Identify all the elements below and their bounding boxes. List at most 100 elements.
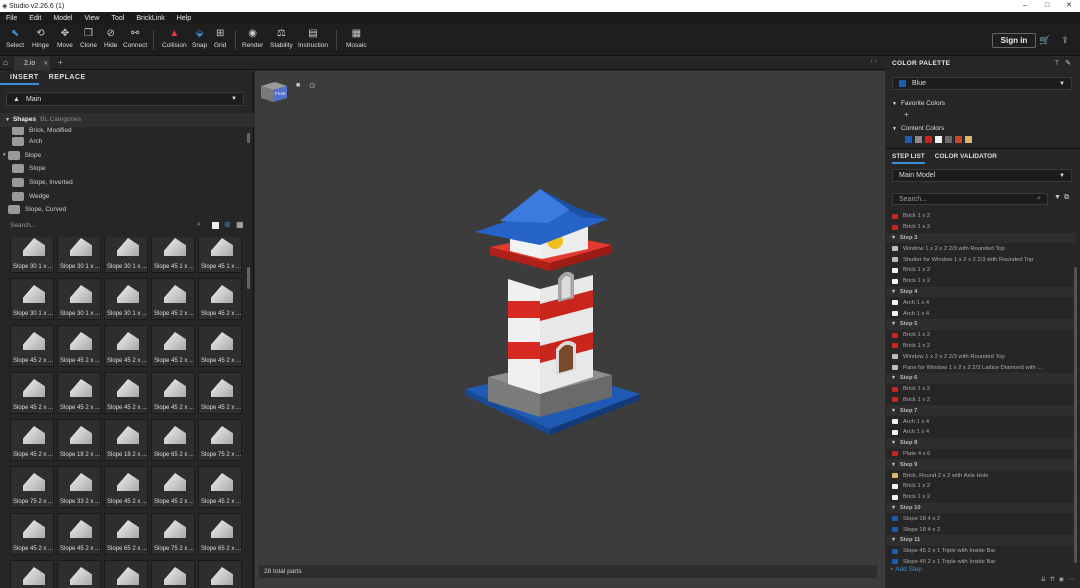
tab-scroll-arrows[interactable]: ‹ ›	[870, 58, 877, 65]
step-header[interactable]: ▾ Step 7	[886, 405, 1076, 417]
tree-item[interactable]: Slope, Inverted	[0, 176, 254, 190]
home-icon[interactable]: ⌂	[3, 58, 8, 67]
part-tile[interactable]: Slope 45 2 x ...	[198, 325, 242, 367]
color-filter-icon[interactable]	[212, 222, 219, 229]
link-icon[interactable]: ⧉	[1064, 194, 1069, 202]
content-color-swatch[interactable]	[925, 136, 932, 143]
part-tile[interactable]: Slope 45 2 x ...	[104, 466, 148, 508]
eye-icon[interactable]: ◉	[1059, 576, 1064, 583]
content-color-swatch[interactable]	[905, 136, 912, 143]
eyedropper-icon[interactable]: ✎	[1065, 59, 1071, 67]
tab-insert[interactable]: INSERT	[0, 71, 39, 85]
color-select[interactable]: Blue ▼	[892, 77, 1072, 90]
tab-step-list[interactable]: STEP LIST	[892, 153, 925, 164]
step-header[interactable]: ▾ Step 5	[886, 318, 1076, 330]
part-tile[interactable]	[57, 560, 101, 588]
part-tile[interactable]: Slope 45 2 x ...	[151, 278, 195, 320]
part-tile[interactable]: Slope 45 2 x ...	[57, 372, 101, 414]
content-color-swatch[interactable]	[955, 136, 962, 143]
part-tile[interactable]: Slope 65 2 x ...	[151, 419, 195, 461]
focus-icon[interactable]: ⊙	[309, 81, 316, 90]
step-part-item[interactable]: Arch 1 x 4	[886, 308, 1076, 319]
step-header[interactable]: ▾ Step 8	[886, 437, 1076, 449]
step-part-item[interactable]: Brick 1 x 2	[886, 276, 1076, 287]
part-tile[interactable]: Slope 45 2 x ...	[57, 513, 101, 555]
palette-select[interactable]: ▲ Main ▼	[6, 92, 244, 106]
part-tile[interactable]: Slope 45 2 x ...	[10, 513, 54, 555]
lighthouse-model[interactable]	[460, 189, 650, 444]
part-tile[interactable]: Slope 45 2 x ...	[104, 325, 148, 367]
hinge-tool-button[interactable]: ⟲ Hinge	[32, 27, 49, 49]
menu-help[interactable]: Help	[171, 15, 197, 22]
content-colors-header[interactable]: ▼ Content Colors	[892, 125, 944, 132]
step-header[interactable]: ▾ Step 9	[886, 459, 1076, 471]
step-part-item[interactable]: Shutter for Window 1 x 2 x 2 2/3 with Ro…	[886, 254, 1076, 265]
hide-tool-button[interactable]: ⊘ Hide	[104, 27, 117, 49]
instruction-button[interactable]: ▤ Instruction	[298, 27, 328, 49]
tree-header[interactable]: ▼ Shapes BL Categories	[0, 113, 254, 127]
add-favorite-color-button[interactable]: +	[904, 110, 909, 119]
step-part-item[interactable]: Slope 18 4 x 2	[886, 524, 1076, 535]
step-part-item[interactable]: Brick 1 x 2	[886, 395, 1076, 406]
part-tile[interactable]: Slope 33 2 x ...	[57, 466, 101, 508]
tree-item[interactable]: Slope	[0, 162, 254, 176]
filter-icon[interactable]: ⊛	[224, 220, 231, 229]
tree-item[interactable]: ▾ Slope	[0, 148, 254, 162]
tab-replace[interactable]: REPLACE	[39, 71, 86, 85]
filter-icon[interactable]: ▼	[1054, 194, 1061, 201]
part-tile[interactable]: Slope 45 1 x ...	[198, 237, 242, 273]
stability-button[interactable]: ⚖ Stability	[270, 27, 293, 49]
mosaic-button[interactable]: ▦ Mosaic	[346, 27, 367, 49]
step-part-item[interactable]: Brick 1 x 2	[886, 265, 1076, 276]
maximize-button[interactable]: □	[1036, 0, 1058, 12]
step-part-item[interactable]: Slope 18 4 x 2	[886, 513, 1076, 524]
part-tile[interactable]	[198, 560, 242, 588]
menu-file[interactable]: File	[0, 15, 23, 22]
part-tile[interactable]: Slope 45 2 x ...	[151, 466, 195, 508]
step-header[interactable]: ▾ Step 4	[886, 286, 1076, 298]
step-part-item[interactable]: Brick 1 x 2	[886, 330, 1076, 341]
part-tile[interactable]: Slope 45 2 x ...	[198, 466, 242, 508]
cart-icon[interactable]: 🛒	[1038, 33, 1052, 48]
part-tile[interactable]: Slope 45 2 x ...	[10, 372, 54, 414]
part-tile[interactable]: Slope 65 2 x ...	[104, 513, 148, 555]
part-tile[interactable]: Slope 30 1 x ...	[104, 278, 148, 320]
snap-toggle[interactable]: ⬙ Snap	[192, 27, 207, 49]
content-color-swatch[interactable]	[965, 136, 972, 143]
minimize-button[interactable]: –	[1014, 0, 1036, 12]
part-tile[interactable]: Slope 30 1 x ...	[104, 237, 148, 273]
pin-icon[interactable]: ⊤	[1054, 59, 1060, 67]
part-tile[interactable]	[10, 560, 54, 588]
tree-item[interactable]: Slope, Curved	[0, 203, 254, 214]
part-tile[interactable]: Slope 45 1 x ...	[151, 237, 195, 273]
tree-scrollbar[interactable]	[247, 133, 250, 143]
menu-bricklink[interactable]: BrickLink	[130, 15, 170, 22]
menu-edit[interactable]: Edit	[23, 15, 47, 22]
part-tile[interactable]	[151, 560, 195, 588]
menu-view[interactable]: View	[78, 15, 105, 22]
content-color-swatch[interactable]	[915, 136, 922, 143]
part-tile[interactable]: Slope 45 2 x ...	[10, 419, 54, 461]
part-tile[interactable]: Slope 18 2 x ...	[57, 419, 101, 461]
part-tile[interactable]: Slope 75 2 x ...	[151, 513, 195, 555]
part-tile[interactable]: Slope 18 2 x ...	[104, 419, 148, 461]
step-part-item[interactable]: Brick, Round 2 x 2 with Axle Hole	[886, 470, 1076, 481]
step-part-item[interactable]: Window 1 x 2 x 2 2/3 with Rounded Top	[886, 351, 1076, 362]
step-part-item[interactable]: Brick 1 x 2	[886, 384, 1076, 395]
connect-tool-button[interactable]: ⚯ Connect	[123, 27, 147, 49]
render-button[interactable]: ◉ Render	[242, 27, 263, 49]
step-header[interactable]: ▾ Step 11	[886, 534, 1076, 546]
step-search-input[interactable]: Search... ⌕	[892, 193, 1048, 205]
tab-color-validator[interactable]: COLOR VALIDATOR	[935, 153, 997, 164]
favorite-colors-header[interactable]: ▼ Favorite Colors	[892, 100, 945, 107]
collapse-icon[interactable]: ⇊	[1041, 576, 1046, 583]
document-tab[interactable]: 2.io ✕	[14, 57, 50, 70]
menu-tool[interactable]: Tool	[105, 15, 130, 22]
part-tile[interactable]: Slope 30 1 x ...	[10, 237, 54, 273]
parts-search-input[interactable]: Search...	[6, 219, 206, 231]
part-tile[interactable]: Slope 45 2 x ...	[151, 325, 195, 367]
part-tile[interactable]: Slope 65 2 x ...	[198, 513, 242, 555]
part-tile[interactable]: Slope 45 2 x ...	[57, 325, 101, 367]
move-tool-button[interactable]: ✥ Move	[57, 27, 73, 49]
expand-icon[interactable]: ⇈	[1050, 576, 1055, 583]
